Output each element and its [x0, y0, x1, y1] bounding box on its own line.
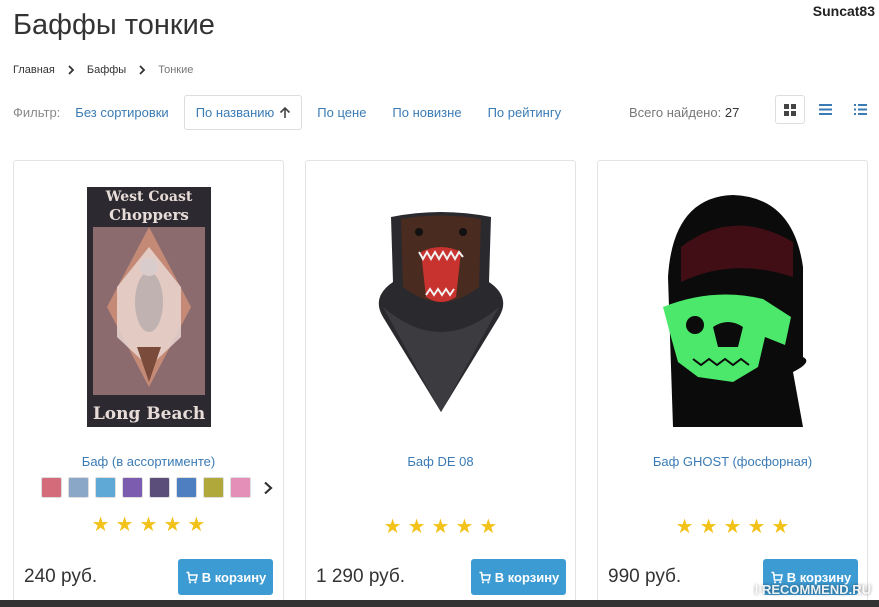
sort-by-rating[interactable]: По рейтингу — [488, 105, 562, 120]
star-icon: ★ — [407, 516, 426, 538]
color-swatch[interactable] — [176, 477, 197, 498]
sort-by-name-label: По названию — [195, 105, 275, 120]
product-price: 240 руб. — [24, 566, 98, 587]
star-icon: ★ — [479, 516, 498, 538]
breadcrumb-buffs[interactable]: Баффы — [87, 64, 126, 76]
product-card[interactable]: Баф DE 08 ★ ★ ★ ★ ★ 1 290 руб. В корзину — [305, 160, 576, 607]
color-swatch[interactable] — [122, 477, 143, 498]
chevron-right-icon — [139, 65, 146, 75]
color-swatch[interactable] — [68, 477, 89, 498]
bottom-bar — [0, 600, 879, 607]
star-icon: ★ — [91, 514, 110, 536]
cart-icon — [479, 571, 491, 583]
total-found: Всего найдено: 27 — [629, 105, 739, 120]
color-swatch[interactable] — [230, 477, 251, 498]
sort-by-newness[interactable]: По новизне — [392, 105, 461, 120]
total-label: Всего найдено: — [629, 105, 722, 120]
list-view-button[interactable] — [810, 95, 840, 124]
list-icon — [818, 104, 832, 115]
star-icon: ★ — [187, 514, 206, 536]
watermark-text: I RECOMMEND.RU — [754, 582, 871, 597]
product-name[interactable]: Баф DE 08 — [306, 454, 575, 469]
add-to-cart-label: В корзину — [494, 569, 560, 585]
star-icon: ★ — [723, 516, 742, 538]
star-icon: ★ — [139, 514, 158, 536]
watermark-logo: I RECOMMEND.RU — [755, 582, 871, 597]
product-price: 990 руб. — [608, 566, 682, 587]
table-view-button[interactable] — [845, 95, 875, 124]
image-text-top: West Coast — [104, 189, 192, 205]
grid-view-button[interactable] — [775, 95, 805, 124]
star-icon: ★ — [115, 514, 134, 536]
breadcrumb-home[interactable]: Главная — [13, 64, 55, 76]
star-icon: ★ — [431, 516, 450, 538]
cart-icon — [186, 571, 198, 583]
color-swatches — [41, 477, 273, 498]
add-to-cart-button[interactable]: В корзину — [178, 559, 273, 595]
buff-choppers-image: West Coast Choppers Long Beach — [86, 186, 211, 427]
star-icon: ★ — [747, 516, 766, 538]
star-icon: ★ — [455, 516, 474, 538]
image-text-middle: Choppers — [109, 206, 189, 224]
product-name[interactable]: Баф (в ассортименте) — [14, 454, 283, 469]
color-swatch[interactable] — [203, 477, 224, 498]
filter-label: Фильтр: — [13, 105, 61, 120]
add-to-cart-button[interactable]: В корзину — [471, 559, 566, 595]
star-icon: ★ — [771, 516, 790, 538]
rating-stars: ★ ★ ★ ★ ★ — [598, 514, 867, 539]
color-swatch[interactable] — [41, 477, 62, 498]
username-label: Suncat83 — [812, 3, 875, 19]
product-image[interactable] — [306, 184, 575, 429]
sort-by-price[interactable]: По цене — [317, 105, 366, 120]
product-price: 1 290 руб. — [316, 566, 406, 587]
chevron-right-icon[interactable] — [263, 481, 273, 495]
rating-stars: ★ ★ ★ ★ ★ — [306, 514, 575, 539]
rating-stars: ★ ★ ★ ★ ★ — [14, 512, 283, 537]
buff-ghost-image — [662, 194, 806, 427]
star-icon: ★ — [675, 516, 694, 538]
product-image[interactable]: West Coast Choppers Long Beach — [14, 184, 283, 429]
product-card[interactable]: West Coast Choppers Long Beach Баф (в ас… — [13, 160, 284, 607]
breadcrumb-current: Тонкие — [158, 64, 194, 76]
color-swatch[interactable] — [95, 477, 116, 498]
add-to-cart-label: В корзину — [201, 569, 267, 585]
star-icon: ★ — [163, 514, 182, 536]
product-card[interactable]: Баф GHOST (фосфорная) ★ ★ ★ ★ ★ 990 руб. В к… — [597, 160, 868, 607]
product-name[interactable]: Баф GHOST (фосфорная) — [598, 454, 867, 469]
color-swatch[interactable] — [149, 477, 170, 498]
star-icon: ★ — [699, 516, 718, 538]
image-text-bottom: Long Beach — [92, 404, 204, 424]
breadcrumb: Главная Баффы Тонкие — [13, 64, 193, 76]
sort-by-name[interactable]: По названию — [183, 95, 303, 130]
buff-dog-image — [378, 211, 503, 412]
star-icon: ★ — [383, 516, 402, 538]
chevron-right-icon — [68, 65, 75, 75]
total-count: 27 — [724, 105, 740, 120]
sort-none[interactable]: Без сортировки — [75, 105, 168, 120]
filter-bar: Фильтр: Без сортировки По названию По це… — [13, 95, 869, 130]
product-image[interactable] — [598, 184, 867, 429]
arrow-up-icon — [280, 106, 291, 118]
table-list-icon — [853, 104, 867, 115]
page-title: Баффы тонкие — [13, 9, 215, 41]
grid-icon — [784, 103, 796, 116]
